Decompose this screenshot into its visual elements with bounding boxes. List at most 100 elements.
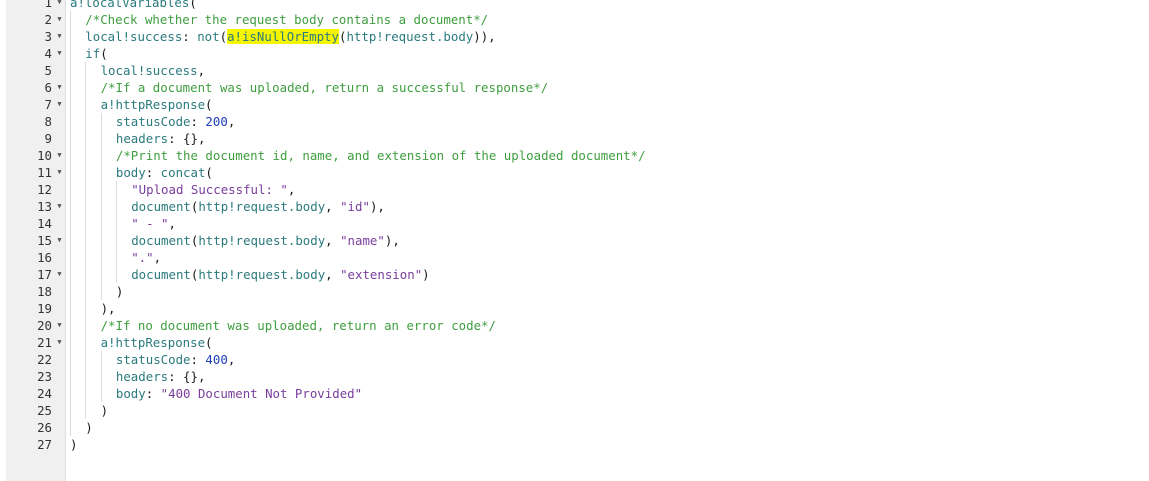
- code-line[interactable]: 17 ▼ document(http!request.body, "extensio…: [0, 266, 1149, 283]
- indent-guide: [85, 147, 87, 164]
- fold-toggle-icon[interactable]: ▼: [55, 232, 64, 249]
- code-line[interactable]: 19),: [0, 300, 1149, 317]
- fold-toggle-icon[interactable]: ▼: [55, 28, 64, 45]
- code-text[interactable]: a!httpResponse(: [101, 96, 213, 113]
- code-line[interactable]: 9 headers: {},: [0, 130, 1149, 147]
- indent-guide: [85, 385, 87, 402]
- indent-guide: [100, 164, 102, 181]
- code-text[interactable]: "Upload Successful: ",: [131, 181, 295, 198]
- code-token: http!request.body: [198, 233, 326, 248]
- code-line[interactable]: 16 ".",: [0, 249, 1149, 266]
- code-line[interactable]: 12 "Upload Successful: ",: [0, 181, 1149, 198]
- code-text[interactable]: local!success,: [101, 62, 205, 79]
- code-token: /*If a document was uploaded, return a s…: [100, 80, 549, 95]
- code-text[interactable]: statusCode: 200,: [116, 113, 235, 130]
- code-line[interactable]: 3 ▼ local!success: not(a!isNullOrEmpty(htt…: [0, 28, 1149, 45]
- code-text[interactable]: ".",: [131, 249, 161, 266]
- code-line[interactable]: 26): [0, 419, 1149, 436]
- code-text[interactable]: ),: [101, 300, 116, 317]
- fold-toggle-icon[interactable]: ▼: [55, 96, 64, 113]
- fold-toggle-icon[interactable]: ▼: [55, 11, 64, 28]
- code-line[interactable]: 22 statusCode: 400,: [0, 351, 1149, 368]
- fold-toggle-icon[interactable]: ▼: [55, 147, 64, 164]
- code-token: ,: [168, 216, 176, 231]
- code-token: "400 Document Not Provided": [160, 386, 363, 401]
- fold-toggle-icon[interactable]: ▼: [55, 164, 64, 181]
- code-line[interactable]: 4 ▼ if(: [0, 45, 1149, 62]
- code-text[interactable]: ): [101, 402, 108, 419]
- line-number: 8: [44, 114, 52, 129]
- indent-guide: [85, 232, 87, 249]
- code-token: :: [145, 386, 161, 401]
- code-token: (: [205, 165, 213, 180]
- code-token: (: [205, 97, 213, 112]
- code-text[interactable]: headers: {},: [116, 130, 206, 147]
- fold-toggle-icon[interactable]: ▼: [55, 266, 64, 283]
- code-text[interactable]: body: concat(: [116, 164, 213, 181]
- fold-toggle-icon[interactable]: ▼: [55, 334, 64, 351]
- code-line[interactable]: 15 ▼ document(http!request.body, "name"),: [0, 232, 1149, 249]
- code-line[interactable]: 20 ▼ /*If no document was uploaded, return…: [0, 317, 1149, 334]
- code-text[interactable]: " - ",: [131, 215, 176, 232]
- indent-guide: [70, 385, 71, 402]
- code-text[interactable]: document(http!request.body, "name"),: [131, 232, 400, 249]
- code-text[interactable]: ): [85, 419, 92, 436]
- fold-toggle-icon[interactable]: ▼: [55, 45, 64, 62]
- code-text[interactable]: statusCode: 400,: [116, 351, 235, 368]
- code-line[interactable]: 1 ▼ a!localVariables(: [0, 0, 1149, 11]
- code-text[interactable]: headers: {},: [116, 368, 206, 385]
- code-line[interactable]: 25): [0, 402, 1149, 419]
- code-text[interactable]: if(: [85, 45, 107, 62]
- code-text[interactable]: body: "400 Document Not Provided": [116, 385, 362, 402]
- code-token: local!success: [100, 63, 198, 78]
- code-text[interactable]: document(http!request.body, "id"),: [131, 198, 385, 215]
- code-line[interactable]: 24 body: "400 Document Not Provided": [0, 385, 1149, 402]
- line-number: 5: [44, 63, 52, 78]
- indent-guide: [70, 215, 71, 232]
- code-token: a!localVariables: [70, 0, 190, 10]
- code-text[interactable]: /*If no document was uploaded, return an…: [101, 317, 496, 334]
- code-text[interactable]: /*If a document was uploaded, return a s…: [101, 79, 549, 96]
- indent-guide: [100, 113, 102, 130]
- code-line[interactable]: 8 statusCode: 200,: [0, 113, 1149, 130]
- code-text[interactable]: ): [116, 283, 123, 300]
- code-editor[interactable]: 1 ▼ a!localVariables(2 ▼/*Check whether the…: [0, 0, 1149, 481]
- indent-guide: [85, 113, 87, 130]
- code-text[interactable]: local!success: not(a!isNullOrEmpty(http!…: [85, 28, 496, 45]
- code-text[interactable]: /*Check whether the request body contain…: [85, 11, 488, 28]
- code-line[interactable]: 27): [0, 436, 1149, 453]
- code-text[interactable]: a!localVariables(: [70, 0, 197, 11]
- indent-guide: [70, 45, 71, 62]
- code-line[interactable]: 6 ▼ /*If a document was uploaded, return a…: [0, 79, 1149, 96]
- code-token: /*If no document was uploaded, return an…: [100, 318, 496, 333]
- code-line[interactable]: 5 local!success,: [0, 62, 1149, 79]
- indent-guide: [100, 385, 102, 402]
- code-line[interactable]: 10 ▼ /*Print the document id, name, and ex…: [0, 147, 1149, 164]
- code-line[interactable]: 13 ▼ document(http!request.body, "id"),: [0, 198, 1149, 215]
- code-text[interactable]: a!httpResponse(: [101, 334, 213, 351]
- code-text[interactable]: document(http!request.body, "extension"): [131, 266, 429, 283]
- code-text[interactable]: /*Print the document id, name, and exten…: [116, 147, 646, 164]
- code-token: ): [85, 420, 93, 435]
- line-number: 26: [37, 420, 52, 435]
- code-token: ,: [325, 267, 341, 282]
- code-line[interactable]: 21 ▼ a!httpResponse(: [0, 334, 1149, 351]
- indent-guide: [100, 232, 102, 249]
- fold-toggle-icon[interactable]: ▼: [55, 79, 64, 96]
- line-number: 20: [37, 318, 52, 333]
- code-line[interactable]: 14 " - ",: [0, 215, 1149, 232]
- code-line[interactable]: 2 ▼ /*Check whether the request body conta…: [0, 11, 1149, 28]
- code-line[interactable]: 23 headers: {},: [0, 368, 1149, 385]
- code-line[interactable]: 11 ▼ body: concat(: [0, 164, 1149, 181]
- code-text[interactable]: ): [70, 436, 77, 453]
- code-token: /*Check whether the request body contain…: [85, 12, 489, 27]
- code-line[interactable]: 7 ▼ a!httpResponse(: [0, 96, 1149, 113]
- fold-toggle-icon[interactable]: ▼: [55, 0, 64, 11]
- line-number: 13: [37, 199, 52, 214]
- code-token: if: [85, 46, 101, 61]
- fold-toggle-icon[interactable]: ▼: [55, 317, 64, 334]
- code-line[interactable]: 18): [0, 283, 1149, 300]
- line-number: 1: [44, 0, 52, 10]
- code-lines[interactable]: 1 ▼ a!localVariables(2 ▼/*Check whether the…: [0, 0, 1149, 453]
- fold-toggle-icon[interactable]: ▼: [55, 198, 64, 215]
